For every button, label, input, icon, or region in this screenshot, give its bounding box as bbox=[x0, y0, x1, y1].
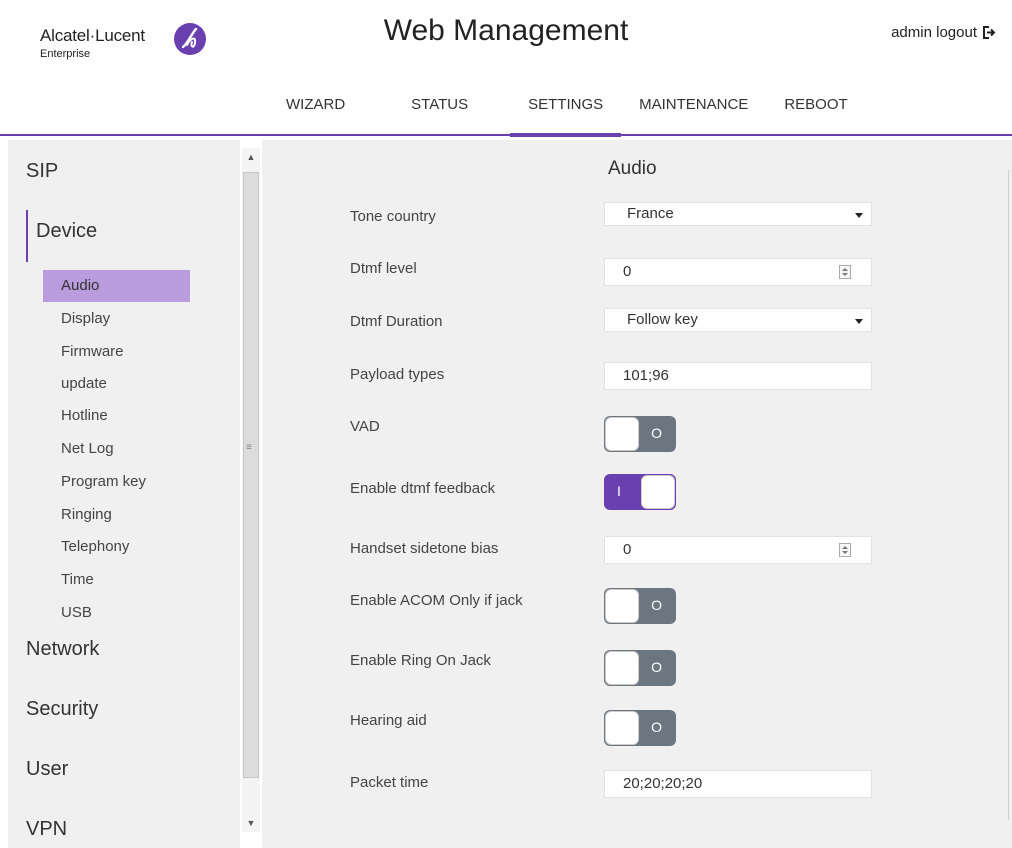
spinner-icon[interactable] bbox=[839, 543, 851, 557]
acom-jack-label: Enable ACOM Only if jack bbox=[350, 592, 523, 609]
tab-status[interactable]: STATUS bbox=[393, 96, 486, 127]
tone-country-label: Tone country bbox=[350, 208, 436, 225]
toggle-state: O bbox=[651, 719, 662, 735]
dtmf-level-value: 0 bbox=[623, 263, 632, 280]
page-title: Web Management bbox=[383, 14, 629, 47]
sidebar-item-device[interactable]: Device bbox=[36, 220, 97, 243]
brand-logo[interactable]: Alcatel·Lucent Enterprise bbox=[40, 23, 206, 60]
tone-country-select[interactable]: France bbox=[604, 202, 872, 226]
sidebar-subitem-display[interactable]: Display bbox=[43, 303, 190, 335]
brand-name: Alcatel·Lucent bbox=[40, 26, 145, 45]
toggle-knob bbox=[641, 475, 675, 509]
toggle-knob bbox=[605, 651, 639, 685]
scrollbar-thumb[interactable] bbox=[243, 172, 259, 778]
sidebar-scrollbar[interactable]: ▲ ≡ ▼ bbox=[242, 148, 260, 832]
sidebar-item-security[interactable]: Security bbox=[26, 698, 98, 721]
toggle-knob bbox=[605, 711, 639, 745]
dtmf-feedback-toggle[interactable]: I bbox=[604, 474, 676, 510]
sidebar-subitem-time[interactable]: Time bbox=[43, 564, 190, 596]
packet-time-input[interactable]: 20;20;20;20 bbox=[604, 770, 872, 798]
vad-label: VAD bbox=[350, 418, 380, 435]
scroll-up-icon[interactable]: ▲ bbox=[242, 148, 260, 166]
panel-edge bbox=[1008, 170, 1012, 820]
vad-toggle[interactable]: O bbox=[604, 416, 676, 452]
active-section-marker bbox=[26, 210, 28, 262]
ring-jack-toggle[interactable]: O bbox=[604, 650, 676, 686]
dtmf-duration-label: Dtmf Duration bbox=[350, 313, 443, 330]
top-nav: WIZARD STATUS SETTINGS MAINTENANCE REBOO… bbox=[268, 96, 866, 137]
brand-sub: Enterprise bbox=[40, 48, 91, 60]
tab-reboot[interactable]: REBOOT bbox=[766, 96, 865, 127]
spinner-icon[interactable] bbox=[839, 265, 851, 279]
scroll-down-icon[interactable]: ▼ bbox=[242, 814, 260, 832]
toggle-knob bbox=[605, 417, 639, 451]
packet-time-label: Packet time bbox=[350, 774, 429, 791]
toggle-state: O bbox=[651, 597, 662, 613]
sidetone-label: Handset sidetone bias bbox=[350, 540, 499, 557]
sidebar-subitem-audio[interactable]: Audio bbox=[43, 270, 190, 302]
dtmf-duration-value: Follow key bbox=[627, 311, 698, 328]
payload-types-value: 101;96 bbox=[623, 367, 669, 384]
hearing-aid-toggle[interactable]: O bbox=[604, 710, 676, 746]
toggle-state: O bbox=[651, 659, 662, 675]
payload-types-input[interactable]: 101;96 bbox=[604, 362, 872, 390]
alcatel-logo-icon bbox=[174, 23, 206, 55]
sidebar-item-vpn[interactable]: VPN bbox=[26, 818, 67, 841]
packet-time-value: 20;20;20;20 bbox=[623, 775, 703, 792]
tab-settings[interactable]: SETTINGS bbox=[510, 96, 622, 137]
dtmf-feedback-label: Enable dtmf feedback bbox=[350, 480, 496, 497]
sidebar-subitem-telephony[interactable]: Telephony bbox=[43, 531, 190, 563]
acom-jack-toggle[interactable]: O bbox=[604, 588, 676, 624]
dtmf-level-label: Dtmf level bbox=[350, 260, 417, 277]
tab-wizard[interactable]: WIZARD bbox=[268, 96, 363, 127]
sidebar-item-sip[interactable]: SIP bbox=[26, 160, 58, 183]
sidebar-item-user[interactable]: User bbox=[26, 758, 68, 781]
toggle-state: I bbox=[617, 483, 621, 499]
sidetone-input[interactable]: 0 bbox=[604, 536, 872, 564]
settings-panel: Audio Tone country France Dtmf level 0 D… bbox=[262, 140, 1012, 848]
dtmf-level-input[interactable]: 0 bbox=[604, 258, 872, 286]
chevron-down-icon bbox=[855, 213, 863, 218]
grip-icon: ≡ bbox=[246, 442, 252, 453]
hearing-aid-label: Hearing aid bbox=[350, 712, 427, 729]
toggle-state: O bbox=[651, 425, 662, 441]
admin-logout-label: admin logout bbox=[891, 24, 977, 41]
dtmf-duration-select[interactable]: Follow key bbox=[604, 308, 872, 332]
tone-country-value: France bbox=[627, 205, 674, 222]
header: Alcatel·Lucent Enterprise Web Management… bbox=[0, 0, 1012, 137]
sidebar: SIP Device Audio Display Firmware update… bbox=[8, 140, 240, 848]
ring-jack-label: Enable Ring On Jack bbox=[350, 652, 491, 669]
sidetone-value: 0 bbox=[623, 541, 632, 558]
logout-icon bbox=[983, 26, 996, 39]
chevron-down-icon bbox=[855, 319, 863, 324]
sidebar-subitem-program-key[interactable]: Program key bbox=[43, 466, 190, 498]
toggle-knob bbox=[605, 589, 639, 623]
logout-link[interactable]: admin logout bbox=[891, 24, 996, 41]
sidebar-subitem-firmware[interactable]: Firmware bbox=[43, 336, 190, 368]
sidebar-subitem-net-log[interactable]: Net Log bbox=[43, 433, 190, 465]
sidebar-subitem-usb[interactable]: USB bbox=[43, 597, 190, 629]
tab-maintenance[interactable]: MAINTENANCE bbox=[621, 96, 766, 127]
sidebar-subitem-update[interactable]: update bbox=[43, 368, 190, 400]
sidebar-subitem-hotline[interactable]: Hotline bbox=[43, 400, 190, 432]
section-title: Audio bbox=[608, 158, 657, 179]
sidebar-item-network[interactable]: Network bbox=[26, 638, 99, 661]
sidebar-subitem-ringing[interactable]: Ringing bbox=[43, 499, 190, 531]
payload-types-label: Payload types bbox=[350, 366, 445, 383]
